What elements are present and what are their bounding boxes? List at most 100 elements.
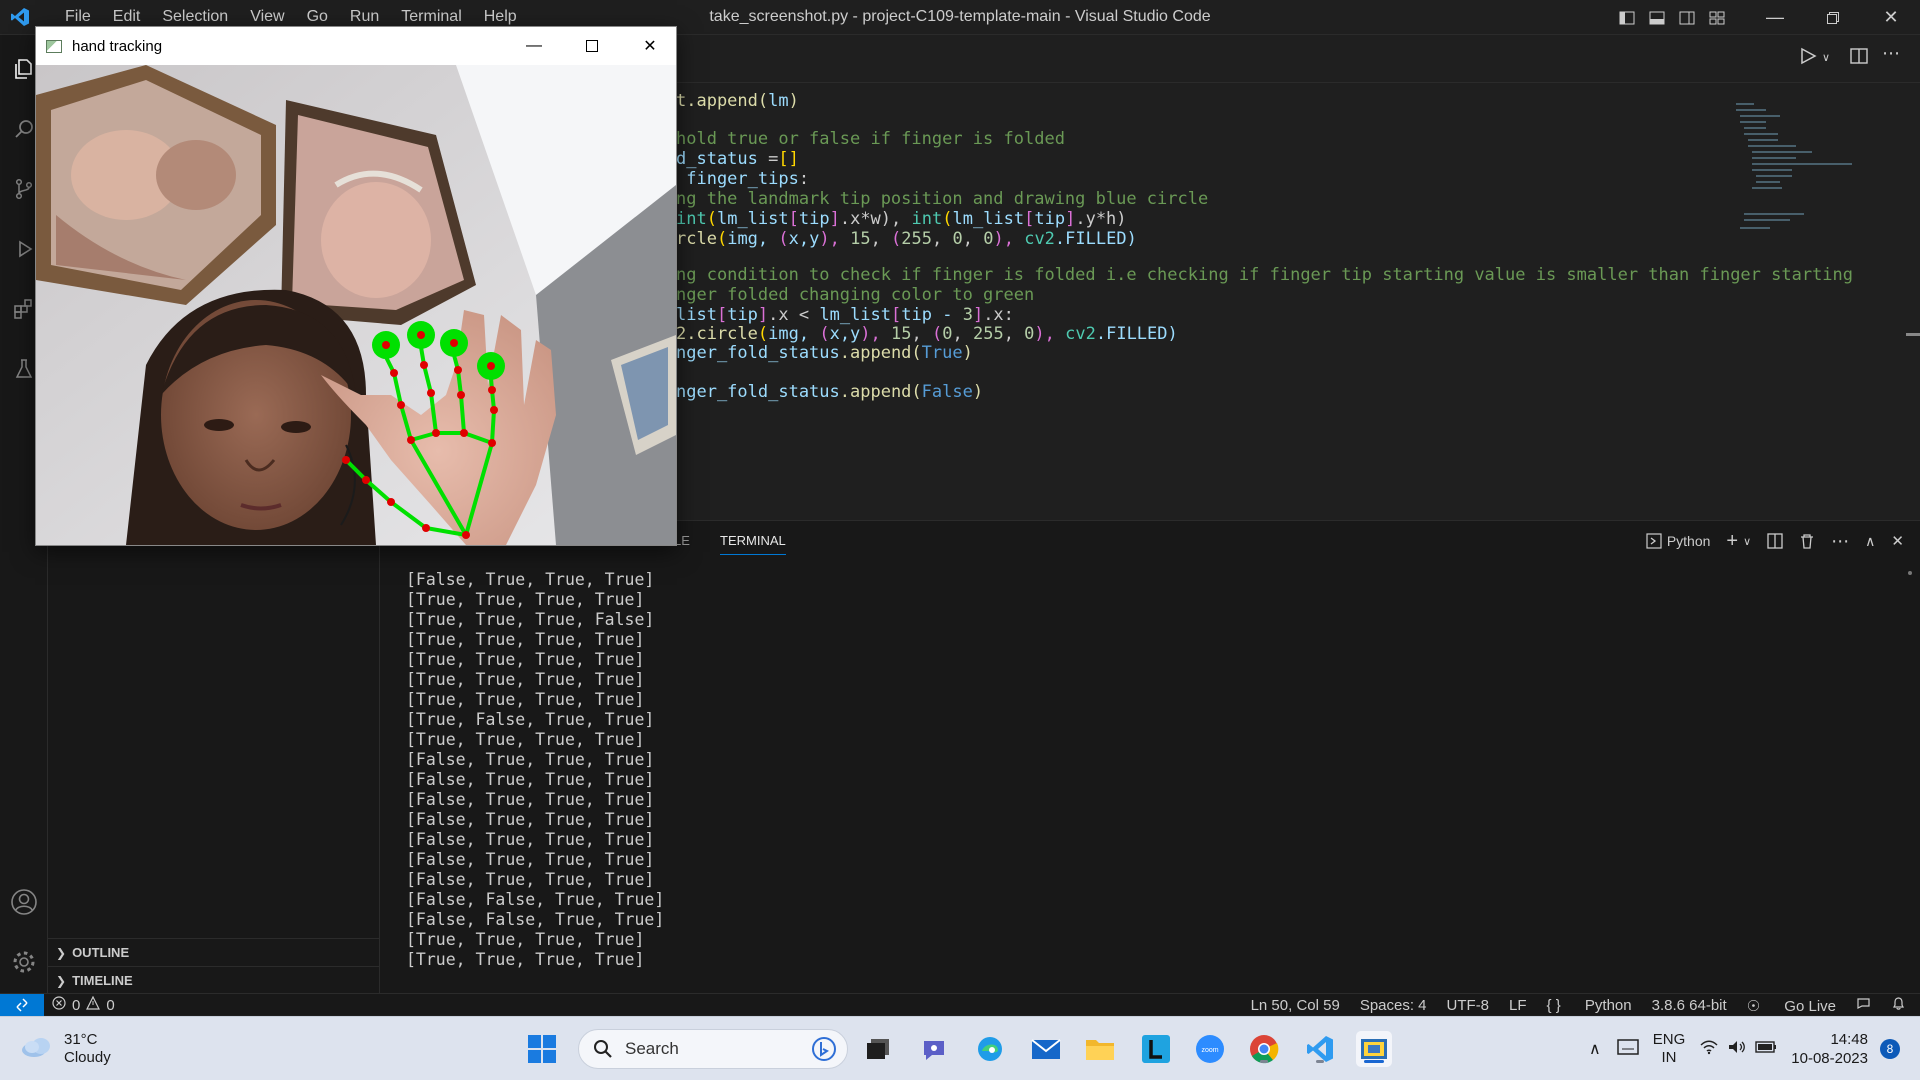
more-panel-actions-icon[interactable]: ⋯ [1831, 531, 1849, 552]
terminal-output[interactable]: [False, True, True, True] [True, True, Tr… [406, 570, 664, 970]
outline-section[interactable]: ❯ OUTLINE [48, 938, 380, 966]
tab-terminal[interactable]: TERMINAL [720, 533, 786, 555]
split-terminal-icon[interactable] [1767, 533, 1783, 549]
cursor-position[interactable]: Ln 50, Col 59 [1251, 997, 1340, 1014]
file-encoding[interactable]: UTF-8 [1447, 997, 1490, 1014]
code-editor[interactable]: t.append(lm) hold true or false if finger… [672, 83, 1920, 520]
menu-view[interactable]: View [239, 8, 295, 26]
code-token: ng the landmark tip position and drawing… [676, 189, 1209, 209]
touch-keyboard-icon[interactable] [1617, 1038, 1639, 1060]
clock[interactable]: 14:48 10-08-2023 [1791, 1030, 1868, 1068]
hand-tracking-titlebar[interactable]: hand tracking — ✕ [36, 27, 676, 65]
code-line: nger folded changing color to green [676, 285, 1034, 305]
accounts-icon[interactable] [0, 878, 48, 926]
maximize-panel-chevron-icon[interactable]: ∧ [1865, 533, 1875, 550]
hand-tracking-window[interactable]: hand tracking — ✕ [35, 26, 677, 546]
warning-icon [86, 995, 101, 1014]
more-actions-icon[interactable]: ⋯ [1882, 43, 1900, 64]
chrome-icon[interactable] [1246, 1031, 1282, 1067]
restore-button[interactable] [1804, 0, 1862, 35]
language-indicator[interactable]: ENG IN [1653, 1031, 1686, 1067]
feedback-icon[interactable] [1856, 996, 1871, 1015]
code-token: int [911, 209, 943, 229]
terminal-line: [False, True, True, True] [406, 790, 655, 809]
volume-icon[interactable] [1727, 1039, 1747, 1059]
lang-top: ENG [1652, 1031, 1686, 1048]
wifi-icon[interactable] [1699, 1039, 1719, 1059]
show-hidden-icons-chevron-icon[interactable]: ∧ [1589, 1039, 1601, 1059]
toggle-sidebar-icon[interactable] [1612, 0, 1642, 35]
code-token: x,y [829, 324, 861, 344]
code-token: , [870, 229, 892, 249]
terminal-line: [True, True, True, True] [406, 730, 645, 749]
notification-count-badge[interactable]: 8 [1880, 1039, 1900, 1059]
end-of-line[interactable]: LF [1509, 997, 1527, 1014]
warning-count: 0 [106, 996, 115, 1014]
problems-indicator[interactable]: 0 0 [52, 995, 115, 1014]
menu-edit[interactable]: Edit [102, 8, 152, 26]
bing-icon [811, 1036, 837, 1067]
code-token: True [921, 343, 963, 363]
customize-layout-icon[interactable] [1702, 0, 1732, 35]
teams-chat-icon[interactable] [916, 1031, 952, 1067]
run-dropdown-chevron-icon[interactable]: ∨ [1822, 51, 1830, 64]
new-terminal-icon[interactable]: + ∨ [1726, 530, 1751, 553]
go-live-button[interactable]: ☉ Go Live [1747, 997, 1836, 1015]
file-explorer-icon[interactable] [1082, 1031, 1118, 1067]
code-line: nger_fold_status.append(True) [676, 343, 973, 363]
edge-browser-icon[interactable] [972, 1031, 1008, 1067]
run-python-file-icon[interactable] [1799, 47, 1817, 70]
menu-terminal[interactable]: Terminal [390, 8, 472, 26]
code-token: tip - [901, 305, 963, 325]
terminal-line: [False, True, True, True] [406, 750, 655, 769]
code-token: tip [798, 209, 830, 229]
zoom-icon[interactable]: zoom [1192, 1031, 1228, 1067]
menu-go[interactable]: Go [296, 8, 339, 26]
toggle-secondary-sidebar-icon[interactable] [1672, 0, 1702, 35]
close-button[interactable]: ✕ [1862, 0, 1920, 35]
taskbar-search-box[interactable]: Search [578, 1029, 848, 1069]
manage-gear-icon[interactable] [0, 938, 48, 986]
start-windows-icon[interactable] [524, 1031, 560, 1067]
weather-widget[interactable]: 31°C Cloudy [20, 1031, 111, 1067]
code-token: .x*w), [839, 209, 912, 229]
notifications-bell-icon[interactable] [1891, 996, 1906, 1015]
code-token: ( [778, 229, 789, 249]
landmark-point [488, 386, 496, 394]
menu-file[interactable]: File [54, 8, 102, 26]
remote-indicator-icon[interactable] [0, 994, 44, 1016]
hand-maximize-button[interactable] [563, 27, 621, 65]
timeline-label: TIMELINE [72, 973, 133, 988]
indentation[interactable]: Spaces: 4 [1360, 997, 1427, 1014]
menu-help[interactable]: Help [473, 8, 528, 26]
landmark-point [490, 406, 498, 414]
mail-icon[interactable] [1028, 1031, 1064, 1067]
task-view-icon[interactable] [860, 1031, 896, 1067]
python-window-icon[interactable] [1356, 1031, 1392, 1067]
webcam-feed [36, 65, 676, 545]
minimize-button[interactable]: — [1746, 0, 1804, 35]
hand-close-button[interactable]: ✕ [621, 27, 679, 65]
code-token: ), [819, 229, 851, 249]
timeline-section[interactable]: ❯ TIMELINE [48, 966, 380, 994]
language-mode[interactable]: { } Python [1547, 997, 1632, 1014]
vscode-taskbar-icon[interactable] [1302, 1031, 1338, 1067]
minimap[interactable] [1736, 103, 1852, 243]
weather-temp: 31°C [64, 1031, 98, 1048]
code-line: ng condition to check if finger is folde… [676, 265, 1853, 285]
toggle-panel-icon[interactable] [1642, 0, 1672, 35]
python-interpreter[interactable]: 3.8.6 64-bit [1652, 997, 1727, 1014]
landmark-point [462, 531, 470, 539]
menu-run[interactable]: Run [339, 8, 390, 26]
opencv-window-icon [46, 39, 62, 53]
split-editor-icon[interactable] [1850, 47, 1868, 70]
menu-selection[interactable]: Selection [151, 8, 239, 26]
code-token: , [1003, 324, 1025, 344]
kill-terminal-trash-icon[interactable] [1799, 533, 1815, 549]
hand-minimize-button[interactable]: — [505, 27, 563, 65]
l-app-icon[interactable] [1138, 1031, 1174, 1067]
battery-icon[interactable] [1755, 1040, 1777, 1058]
terminal-line: [True, True, True, True] [406, 630, 645, 649]
close-panel-icon[interactable]: ✕ [1891, 532, 1904, 550]
terminal-shell-selector[interactable]: Python [1646, 533, 1710, 549]
